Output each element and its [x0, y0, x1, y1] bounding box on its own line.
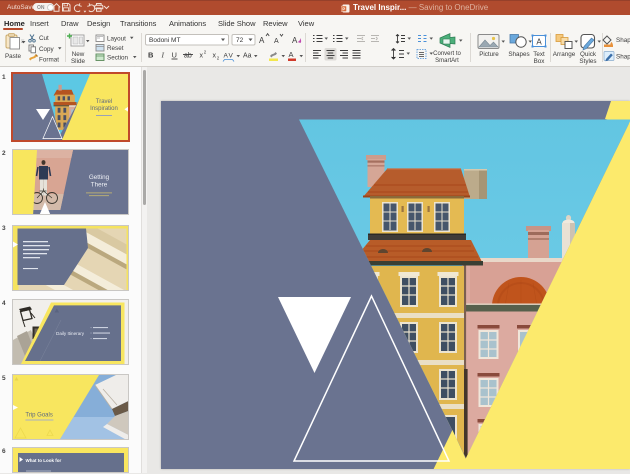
svg-text:SmartArt: SmartArt [435, 58, 459, 64]
svg-text:72: 72 [236, 37, 244, 44]
svg-text:A: A [536, 38, 542, 47]
svg-text:There: There [91, 182, 108, 189]
svg-text:ab: ab [184, 53, 192, 60]
svg-text:Shape: Shape [616, 54, 630, 61]
svg-text:Shape: Shape [616, 37, 630, 44]
svg-text:V: V [229, 53, 234, 60]
svg-text:Bodoni MT: Bodoni MT [149, 37, 180, 44]
svg-text:P: P [342, 6, 345, 11]
svg-text:Slide: Slide [71, 58, 85, 65]
svg-text:Text: Text [533, 51, 545, 58]
svg-text:A: A [292, 36, 298, 45]
svg-text:Cut: Cut [39, 35, 49, 42]
svg-text:Section: Section [107, 55, 129, 62]
svg-text:Reset: Reset [107, 45, 124, 52]
svg-text:New: New [72, 51, 85, 58]
svg-text:Trip Goals: Trip Goals [25, 413, 52, 419]
svg-text:I: I [161, 51, 165, 60]
svg-text:Quick: Quick [580, 51, 597, 58]
svg-text:2: 2 [204, 50, 207, 55]
svg-text:Convert to: Convert to [433, 51, 461, 57]
svg-text:Format: Format [39, 57, 59, 64]
svg-text:Picture: Picture [479, 51, 499, 58]
svg-text:Styles: Styles [579, 58, 596, 65]
svg-text:Daily Itinerary: Daily Itinerary [56, 331, 85, 336]
svg-text:Layout: Layout [107, 36, 126, 43]
svg-text:Inspiration: Inspiration [90, 106, 118, 112]
svg-text:Box: Box [534, 58, 546, 65]
svg-text:A: A [274, 38, 279, 45]
svg-text:Aa: Aa [243, 53, 252, 60]
svg-text:A: A [259, 36, 265, 45]
svg-text:U: U [172, 51, 177, 60]
svg-text:Shapes: Shapes [508, 51, 529, 58]
svg-text:Copy: Copy [39, 46, 55, 53]
svg-text:Travel: Travel [95, 99, 111, 105]
svg-text:What to Look for: What to Look for [26, 458, 62, 463]
svg-text:Getting: Getting [89, 174, 110, 181]
svg-text:Arrange: Arrange [553, 51, 576, 58]
svg-text:Paste: Paste [5, 53, 22, 60]
svg-text:2: 2 [217, 56, 220, 61]
svg-text:A: A [289, 50, 294, 59]
svg-text:B: B [148, 51, 154, 60]
